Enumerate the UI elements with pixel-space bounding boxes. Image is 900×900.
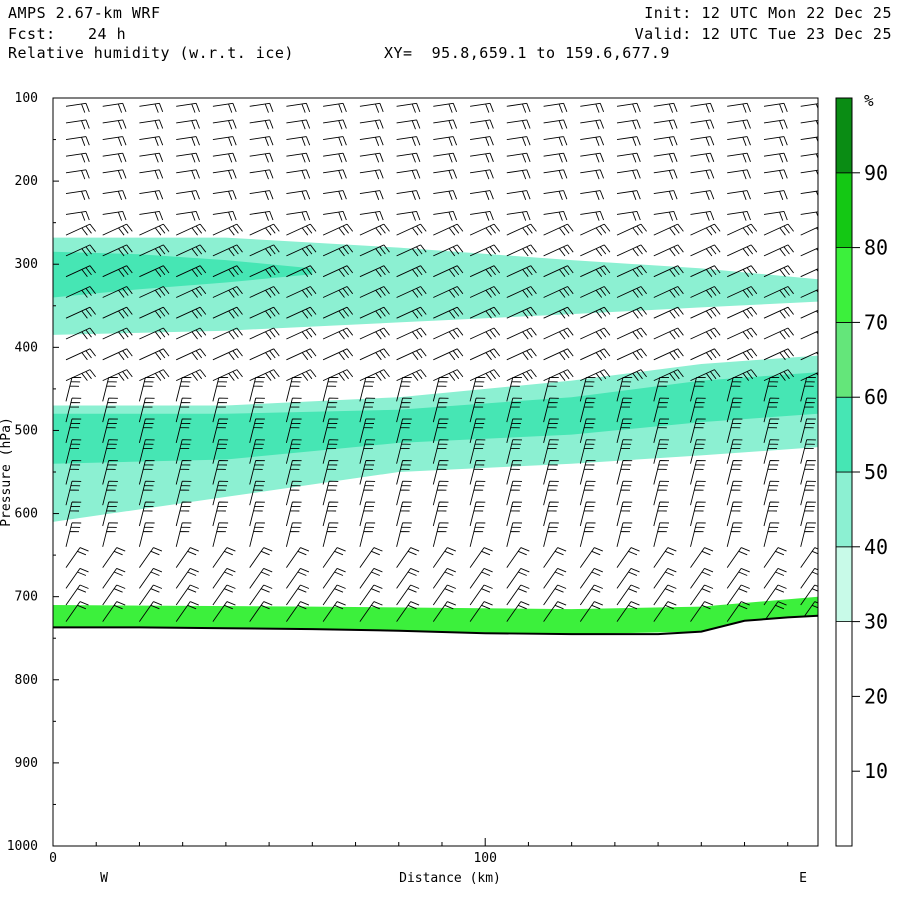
colorbar-tick-label-10: 10 — [864, 759, 888, 783]
colorbar-segment-7 — [835, 97, 853, 174]
x-end-label-east: E — [799, 871, 807, 886]
terrain — [53, 614, 819, 846]
y-tick-label-1000: 1000 — [7, 839, 38, 854]
colorbar: 10 20 30 40 50 60 70 80 90 — [835, 97, 888, 847]
colorbar-segment-6 — [835, 172, 853, 249]
below-ground — [53, 615, 818, 846]
y-axis-label: Pressure (hPa) — [0, 417, 14, 527]
y-tick-label-600: 600 — [15, 507, 38, 522]
colorbar-segment-5 — [835, 247, 853, 323]
x-tick-label-100: 100 — [473, 851, 496, 866]
colorbar-tick-label-20: 20 — [864, 684, 888, 708]
colorbar-tick-label-90: 90 — [864, 161, 888, 185]
colorbar-tick-label-30: 30 — [864, 610, 888, 634]
y-tick-label-700: 700 — [15, 590, 38, 605]
cross-section-chart: 100 200 300 400 500 600 700 800 900 1000 0 100 Pre… — [0, 91, 888, 886]
colorbar-tick-label-40: 40 — [864, 535, 888, 559]
colorbar-tick-label-80: 80 — [864, 236, 888, 260]
colorbar-tick-label-70: 70 — [864, 310, 888, 334]
y-tick-label-800: 800 — [15, 673, 38, 688]
y-tick-label-300: 300 — [15, 257, 38, 272]
colorbar-segment-4 — [835, 321, 853, 398]
y-tick-label-900: 900 — [15, 756, 38, 771]
x-end-label-west: W — [100, 871, 108, 886]
colorbar-tick-label-50: 50 — [864, 460, 888, 484]
colorbar-segment-3 — [835, 396, 853, 473]
y-axis: 100 200 300 400 500 600 700 800 900 1000 — [7, 91, 59, 854]
y-tick-label-200: 200 — [15, 174, 38, 189]
colorbar-segment-1 — [835, 546, 853, 622]
colorbar-segment-2 — [835, 471, 853, 548]
colorbar-tick-label-60: 60 — [864, 385, 888, 409]
y-tick-label-100: 100 — [15, 91, 38, 106]
x-axis-label: Distance (km) — [399, 871, 501, 886]
y-tick-label-400: 400 — [15, 340, 38, 355]
x-tick-label-0: 0 — [49, 851, 57, 866]
y-tick-label-500: 500 — [15, 423, 38, 438]
colorbar-unit: % — [864, 91, 874, 110]
colorbar-segment-0 — [835, 621, 853, 847]
